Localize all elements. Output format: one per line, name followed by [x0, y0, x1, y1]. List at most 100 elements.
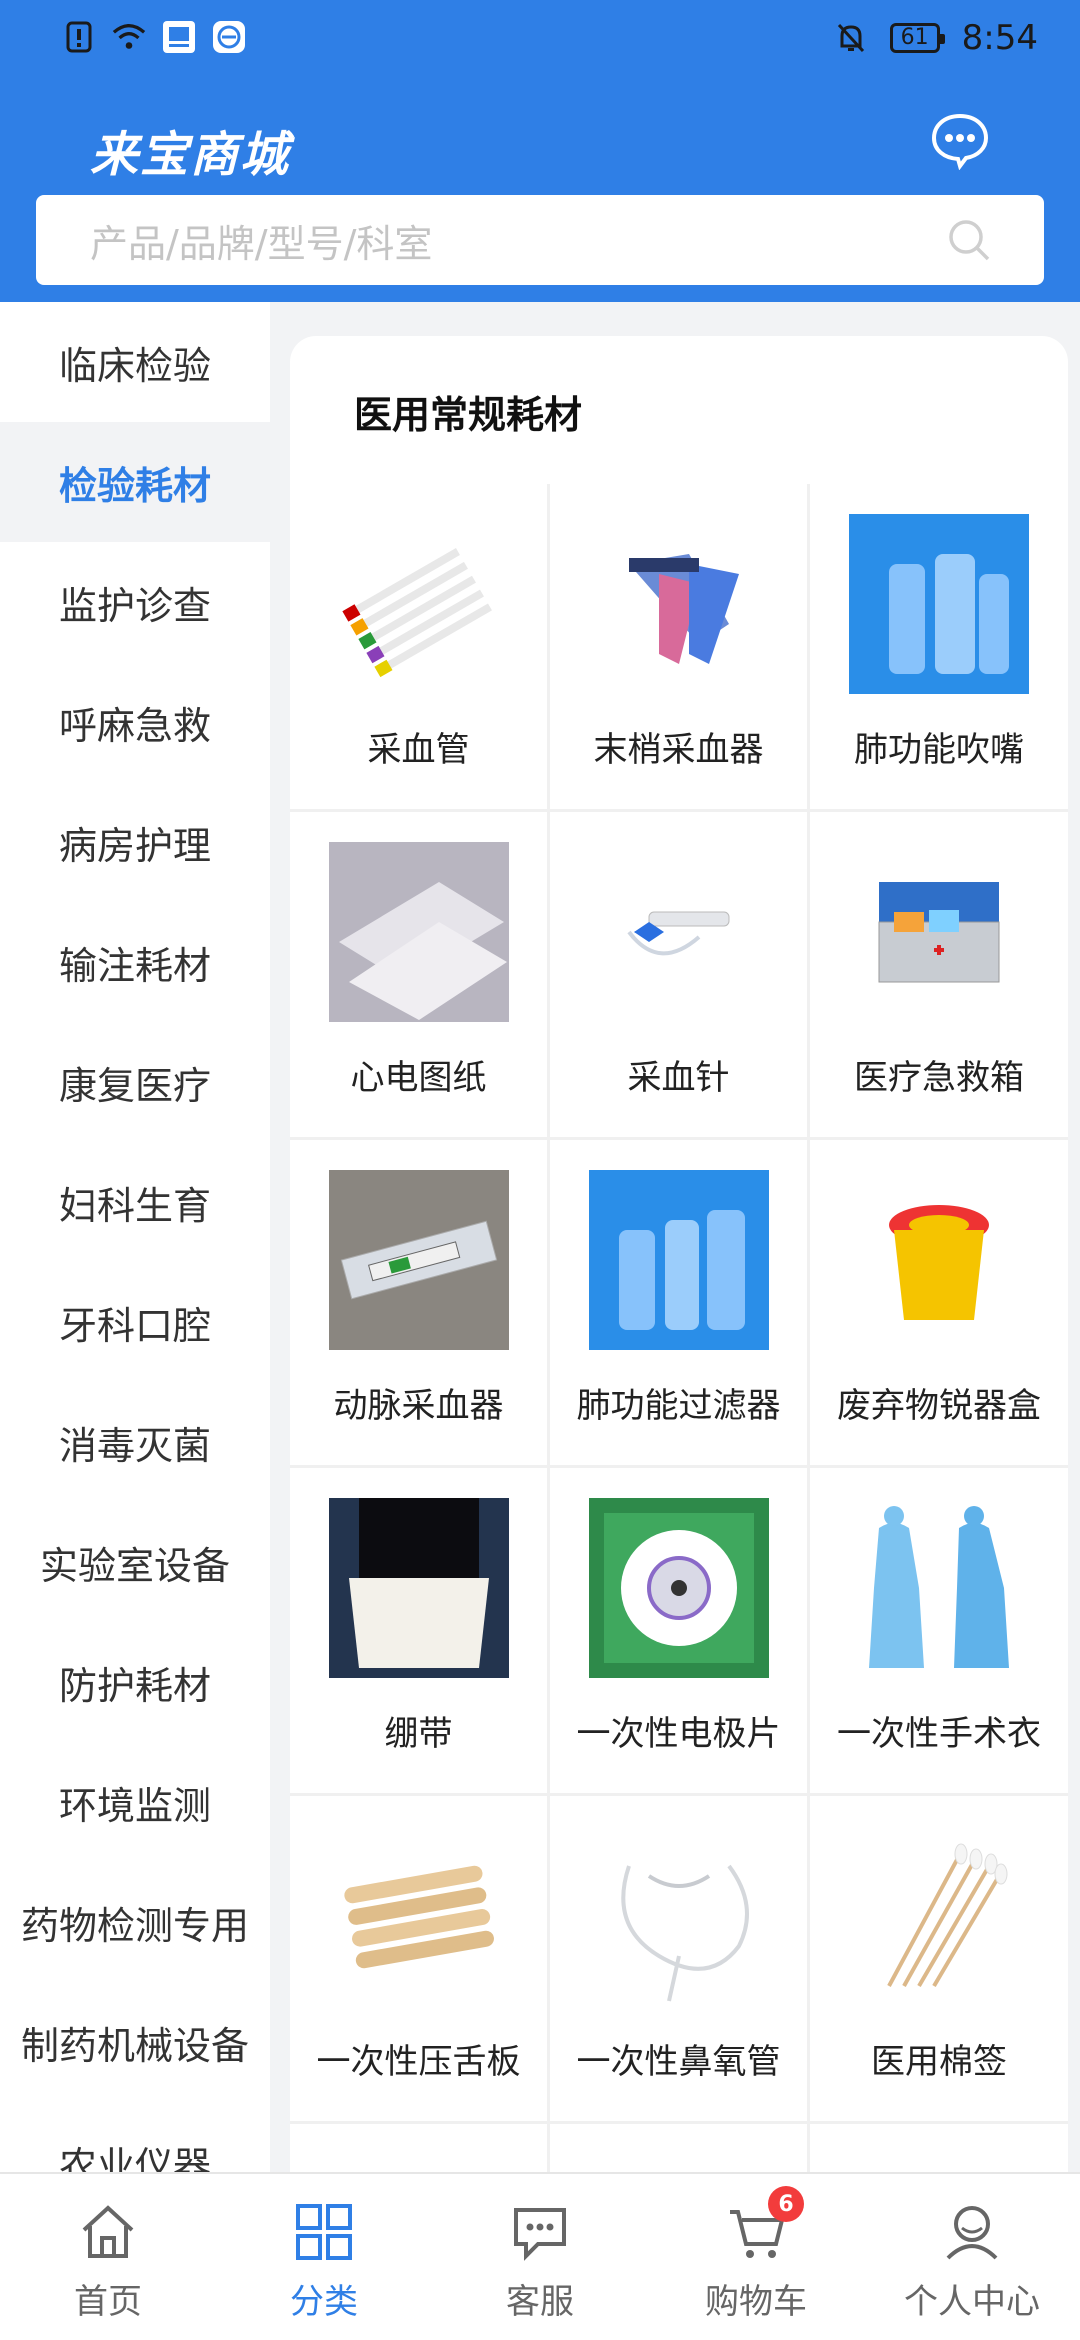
product-item[interactable]	[550, 2124, 810, 2176]
cotton-swab-image	[849, 1826, 1029, 2006]
status-bar: 61 8:54	[0, 0, 1080, 76]
product-item[interactable]	[290, 2124, 550, 2176]
product-label: 采血针	[627, 1058, 730, 1098]
grid-icon	[296, 2204, 352, 2260]
product-panel: 医用常规耗材 采血管 末梢采血器 肺功能吹嘴 心电图纸 采血针 医疗急救箱 动脉…	[290, 336, 1068, 2176]
product-label: 一次性鼻氧管	[576, 2042, 781, 2082]
product-label: 末梢采血器	[593, 730, 764, 770]
chat-bubble-icon	[931, 113, 989, 171]
product-label: 动脉采血器	[333, 1386, 504, 1426]
sidebar-item-ward-care[interactable]: 病房护理	[0, 782, 270, 902]
electrode-image	[588, 1498, 769, 1678]
tab-label: 购物车	[705, 2282, 807, 2322]
tongue-depressor-image	[329, 1826, 509, 2006]
browser-notification-icon	[212, 20, 246, 54]
blood-tube-image	[329, 514, 509, 694]
tab-cart[interactable]: 6 购物车	[648, 2174, 864, 2340]
product-label: 采血管	[367, 730, 470, 770]
chat-icon	[514, 2208, 566, 2261]
sidebar-item-infusion[interactable]: 输注耗材	[0, 902, 270, 1022]
cart-badge: 6	[768, 2186, 804, 2222]
sidebar-item-disinfection[interactable]: 消毒灭菌	[0, 1382, 270, 1502]
product-item[interactable]: 一次性电极片	[550, 1468, 810, 1796]
sim-alert-icon	[62, 20, 96, 54]
product-item[interactable]: 医用棉签	[810, 1796, 1068, 2124]
battery-indicator: 61	[889, 23, 945, 53]
product-item[interactable]: 废弃物锐器盒	[810, 1140, 1068, 1468]
search-input[interactable]: 产品/品牌/型号/科室	[90, 213, 432, 268]
status-icons-left	[62, 20, 246, 54]
product-item[interactable]: 肺功能过滤器	[550, 1140, 810, 1468]
tab-label: 客服	[506, 2282, 574, 2322]
message-button[interactable]	[930, 110, 990, 171]
first-aid-kit-image	[849, 842, 1029, 1022]
product-item[interactable]: 医疗急救箱	[810, 812, 1068, 1140]
search-bar[interactable]: 产品/品牌/型号/科室	[36, 195, 1044, 285]
category-sidebar[interactable]: 临床检验 检验耗材 监护诊查 呼麻急救 病房护理 输注耗材 康复医疗 妇科生育 …	[0, 302, 270, 2172]
product-grid: 采血管 末梢采血器 肺功能吹嘴 心电图纸 采血针 医疗急救箱 动脉采血器 肺功能…	[290, 484, 1068, 2176]
tab-customer-service[interactable]: 客服	[432, 2174, 648, 2340]
product-label: 医用棉签	[871, 2042, 1007, 2082]
app-notification-icon	[162, 20, 196, 54]
product-label: 一次性压舌板	[316, 2042, 521, 2082]
sidebar-item-drug-testing[interactable]: 药物检测专用	[0, 1862, 270, 1982]
product-item[interactable]: 绷带	[290, 1468, 550, 1796]
ecg-paper-image	[328, 842, 509, 1022]
tab-label: 分类	[290, 2282, 358, 2322]
product-item[interactable]: 采血管	[290, 484, 550, 812]
sidebar-item-respiratory-emergency[interactable]: 呼麻急救	[0, 662, 270, 782]
brand-title: 来宝商城	[90, 127, 291, 183]
status-icons-right: 61 8:54	[834, 18, 1038, 58]
filter-image	[588, 1170, 769, 1350]
surgical-gown-image	[849, 1498, 1029, 1678]
product-item[interactable]	[810, 2124, 1068, 2176]
product-item[interactable]: 动脉采血器	[290, 1140, 550, 1468]
product-label: 心电图纸	[350, 1058, 487, 1098]
tab-label: 首页	[74, 2282, 142, 2322]
product-item[interactable]: 末梢采血器	[550, 484, 810, 812]
sidebar-item-protective[interactable]: 防护耗材	[0, 1622, 270, 1742]
section-title: 医用常规耗材	[354, 393, 583, 437]
lancet-image	[589, 514, 769, 694]
mouthpiece-image	[849, 514, 1029, 694]
product-label: 绷带	[384, 1714, 453, 1754]
sidebar-item-clinical-testing[interactable]: 临床检验	[0, 302, 270, 422]
blood-needle-image	[589, 842, 769, 1022]
mute-bell-icon	[834, 21, 868, 55]
sidebar-item-lab-equipment[interactable]: 实验室设备	[0, 1502, 270, 1622]
sidebar-item-pharma-machinery[interactable]: 制药机械设备	[0, 1982, 270, 2102]
sharps-container-image	[849, 1170, 1029, 1350]
app-header: 61 8:54 来宝商城 产品/品牌/型号/科室	[0, 0, 1080, 302]
home-icon	[82, 2205, 134, 2258]
nasal-cannula-image	[589, 1826, 769, 2006]
product-item[interactable]: 一次性鼻氧管	[550, 1796, 810, 2124]
product-label: 肺功能吹嘴	[854, 730, 1024, 770]
tab-category[interactable]: 分类	[216, 2174, 432, 2340]
tab-label: 个人中心	[904, 2282, 1040, 2322]
product-label: 肺功能过滤器	[576, 1386, 781, 1426]
sidebar-item-monitoring[interactable]: 监护诊查	[0, 542, 270, 662]
product-item[interactable]: 一次性手术衣	[810, 1468, 1068, 1796]
product-label: 一次性电极片	[576, 1714, 781, 1754]
sidebar-item-rehabilitation[interactable]: 康复医疗	[0, 1022, 270, 1142]
clock-time: 8:54	[961, 18, 1038, 58]
bottom-tab-bar: 首页 分类 客服 6 购物车 个人中心	[0, 2172, 1080, 2340]
product-item[interactable]: 肺功能吹嘴	[810, 484, 1068, 812]
product-item[interactable]: 采血针	[550, 812, 810, 1140]
sidebar-item-testing-consumables[interactable]: 检验耗材	[0, 422, 270, 542]
product-item[interactable]: 一次性压舌板	[290, 1796, 550, 2124]
sidebar-item-dental[interactable]: 牙科口腔	[0, 1262, 270, 1382]
product-label: 一次性手术衣	[837, 1714, 1041, 1754]
search-icon[interactable]	[946, 217, 994, 265]
user-icon	[946, 2206, 998, 2260]
sidebar-item-gynecology[interactable]: 妇科生育	[0, 1142, 270, 1262]
product-label: 医疗急救箱	[854, 1058, 1024, 1098]
sidebar-item-environment[interactable]: 环境监测	[0, 1742, 270, 1862]
sidebar-item-agriculture[interactable]: 农业仪器	[0, 2102, 270, 2173]
product-item[interactable]: 心电图纸	[290, 812, 550, 1140]
tab-home[interactable]: 首页	[0, 2174, 216, 2340]
wifi-icon	[112, 20, 146, 54]
tab-profile[interactable]: 个人中心	[864, 2174, 1080, 2340]
arterial-sampler-image	[328, 1170, 509, 1350]
product-label: 废弃物锐器盒	[837, 1386, 1041, 1426]
